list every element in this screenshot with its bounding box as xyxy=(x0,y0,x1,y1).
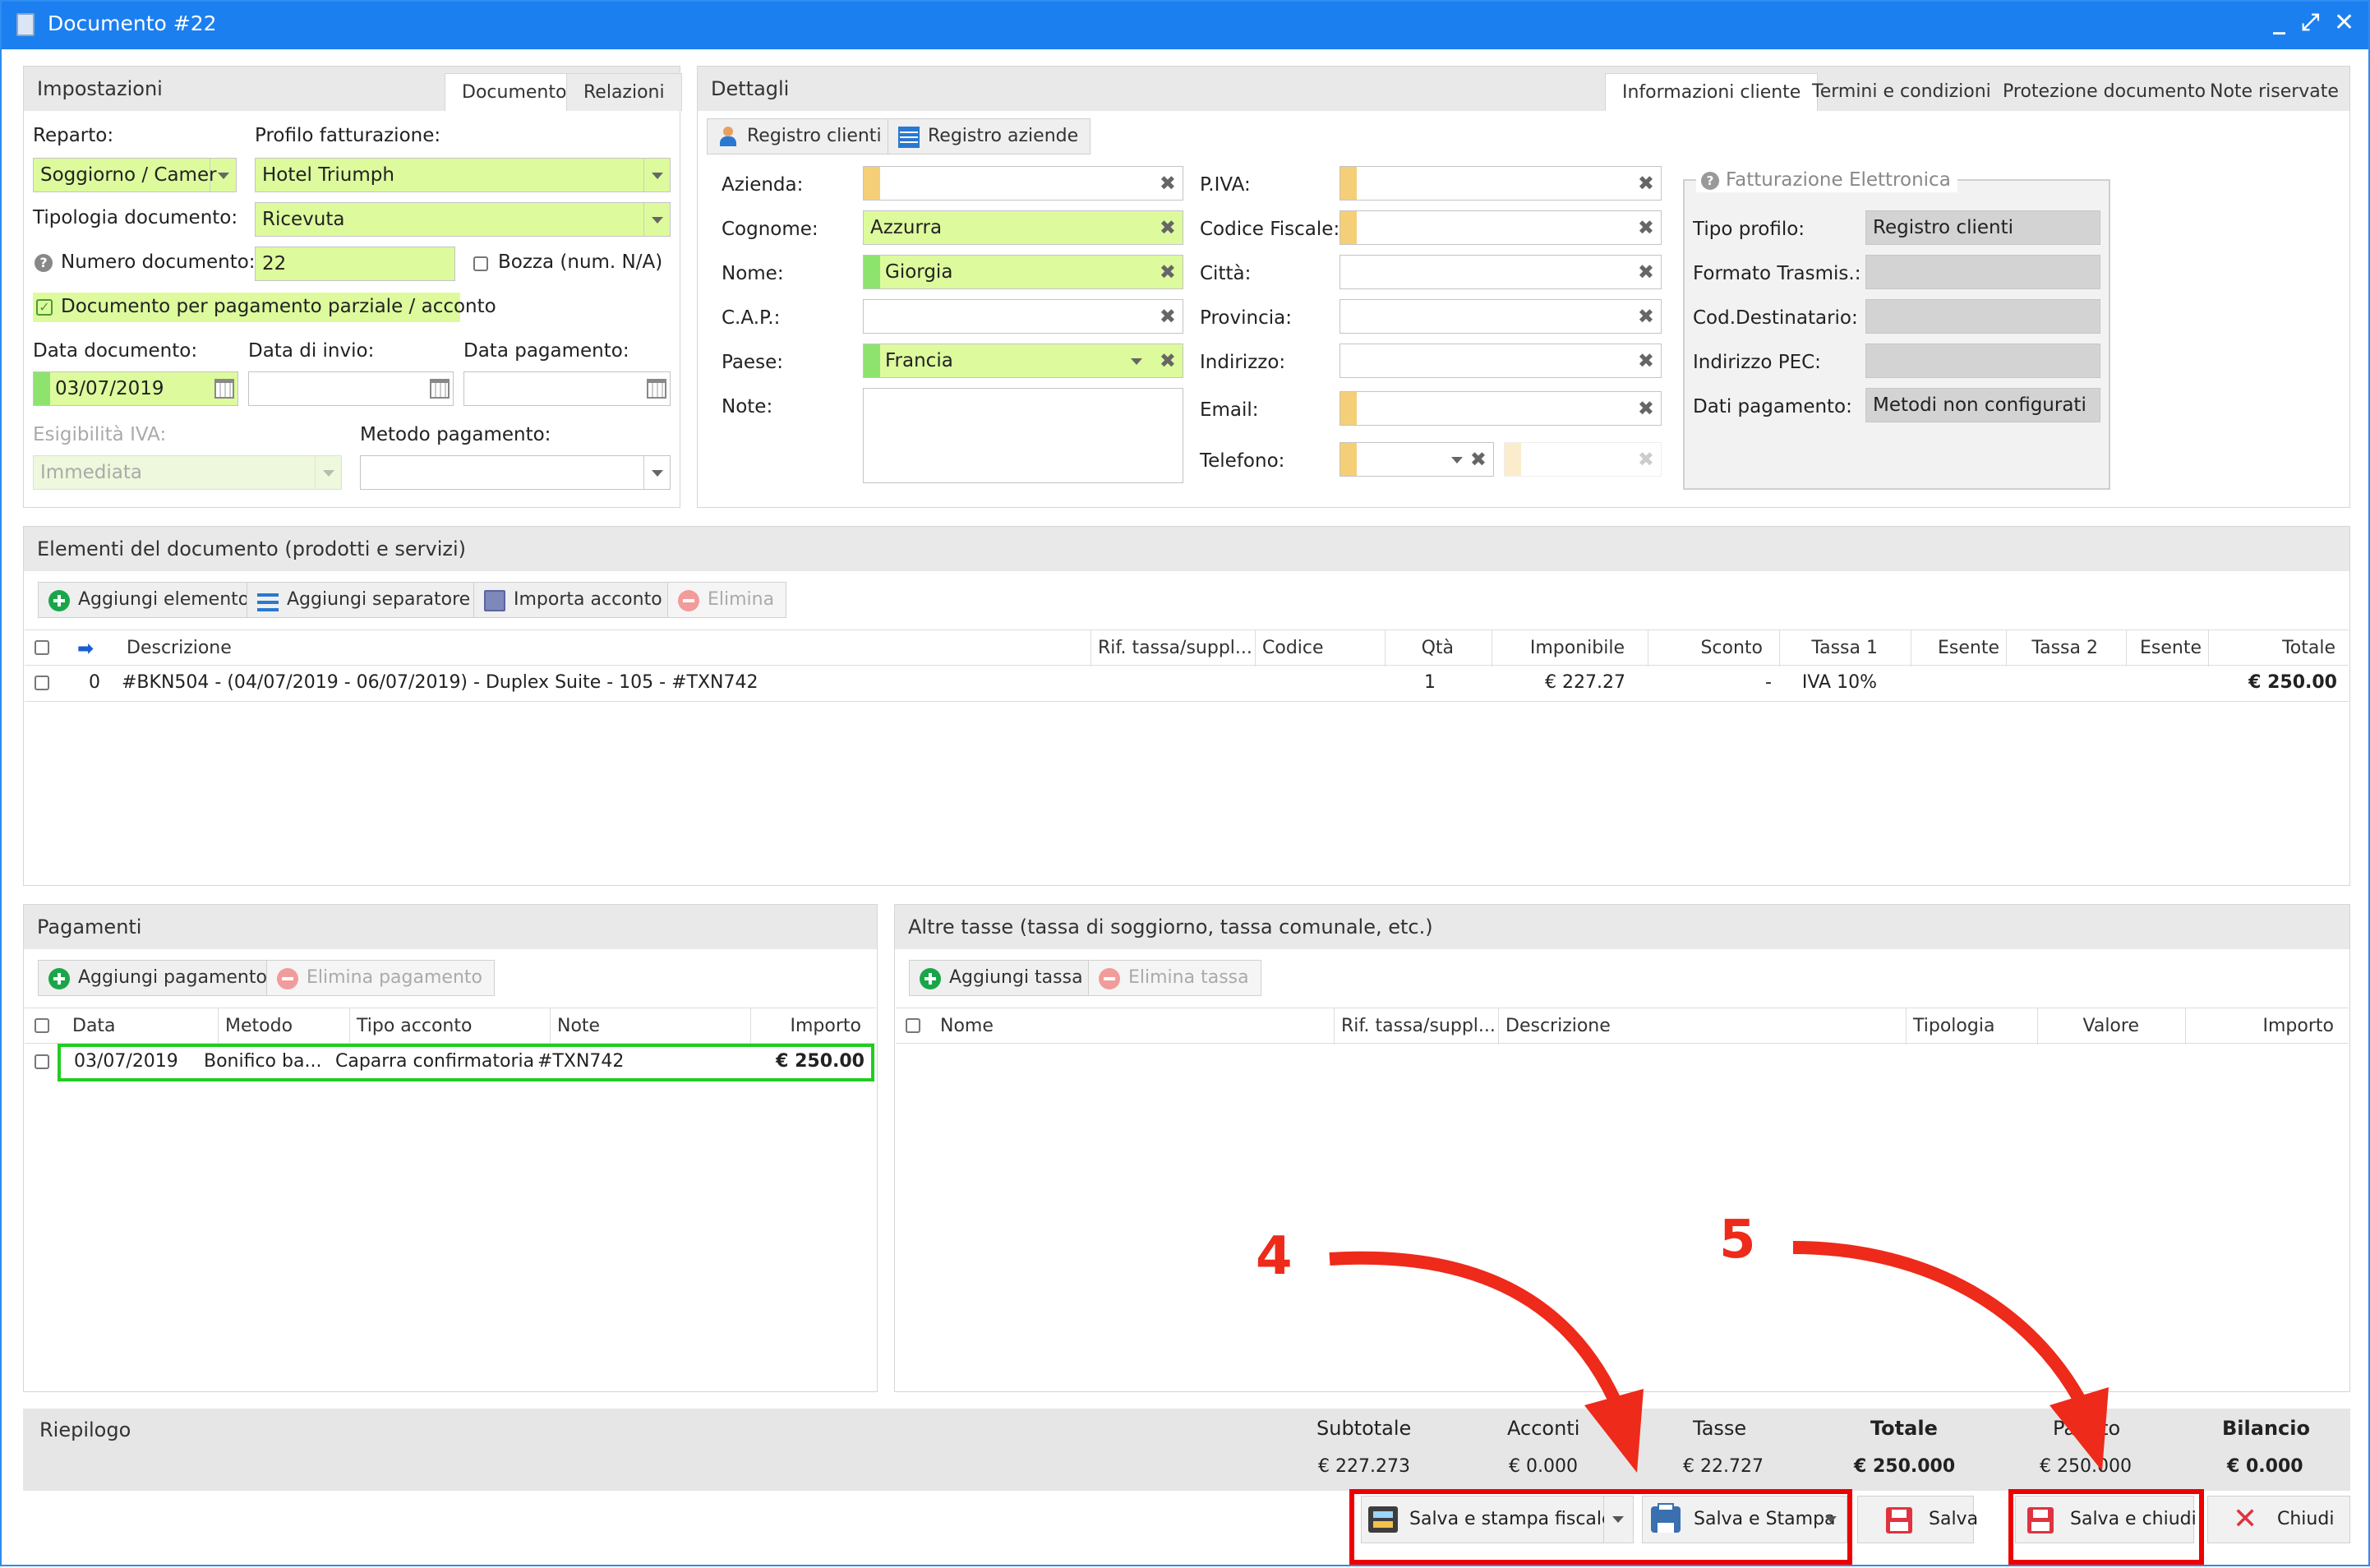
annotation-arrow-5 xyxy=(1792,1241,2085,1402)
document-window: Documento #22 _ ⤢ ✕ Impostazioni Documen… xyxy=(0,0,2370,1566)
annotation-arrows xyxy=(1329,1241,2109,1473)
annotation-arrowhead-5 xyxy=(2050,1387,2109,1471)
annotation-arrowhead-4 xyxy=(1584,1389,1644,1473)
annotation-arrow-4 xyxy=(1329,1251,1621,1402)
